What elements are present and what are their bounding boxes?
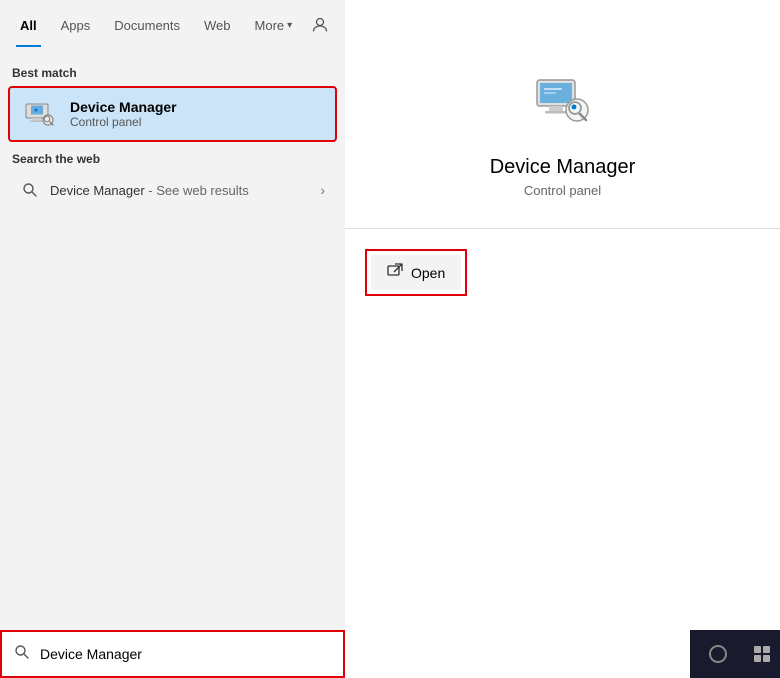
web-search-text: Device Manager - See web results [50, 183, 310, 198]
taskbar: T wsxdn.com [690, 630, 780, 678]
search-box[interactable] [0, 630, 345, 678]
app-detail-title: Device Manager [490, 156, 636, 179]
search-input[interactable] [40, 646, 331, 662]
best-match-title: Device Manager [70, 99, 177, 115]
best-match-text: Device Manager Control panel [70, 99, 177, 129]
app-detail-subtitle: Control panel [524, 183, 601, 198]
grid-icon [752, 644, 772, 664]
search-content: Best match Device [0, 50, 345, 630]
right-panel: Device Manager Control panel Open [345, 0, 780, 678]
open-button-wrapper: Open [365, 249, 467, 296]
best-match-label: Best match [0, 58, 345, 84]
tab-more[interactable]: More ▾ [243, 4, 305, 47]
open-button[interactable]: Open [371, 255, 461, 290]
chevron-down-icon: ▾ [287, 20, 292, 31]
device-manager-icon-large [523, 60, 603, 140]
search-panel: All Apps Documents Web More ▾ ··· ✕ [0, 0, 345, 678]
taskbar-grid-btn[interactable] [742, 634, 780, 674]
tabs-row: All Apps Documents Web More ▾ ··· ✕ [0, 0, 345, 50]
user-icon-btn[interactable] [304, 9, 336, 41]
tab-apps[interactable]: Apps [49, 4, 103, 47]
best-match-subtitle: Control panel [70, 115, 177, 129]
tab-all[interactable]: All [8, 4, 49, 47]
divider [345, 228, 780, 229]
best-match-item[interactable]: Device Manager Control panel [8, 86, 337, 142]
device-manager-icon-small [22, 96, 58, 132]
search-web-label: Search the web [0, 144, 345, 170]
circle-icon [709, 645, 727, 663]
web-search-item[interactable]: Device Manager - See web results › [8, 172, 337, 208]
tab-documents[interactable]: Documents [102, 4, 192, 47]
tab-web[interactable]: Web [192, 4, 243, 47]
arrow-right-icon: › [320, 182, 325, 198]
search-icon [20, 180, 40, 200]
taskbar-circle-btn[interactable] [698, 634, 738, 674]
search-box-icon [14, 644, 30, 665]
open-icon [387, 263, 403, 282]
